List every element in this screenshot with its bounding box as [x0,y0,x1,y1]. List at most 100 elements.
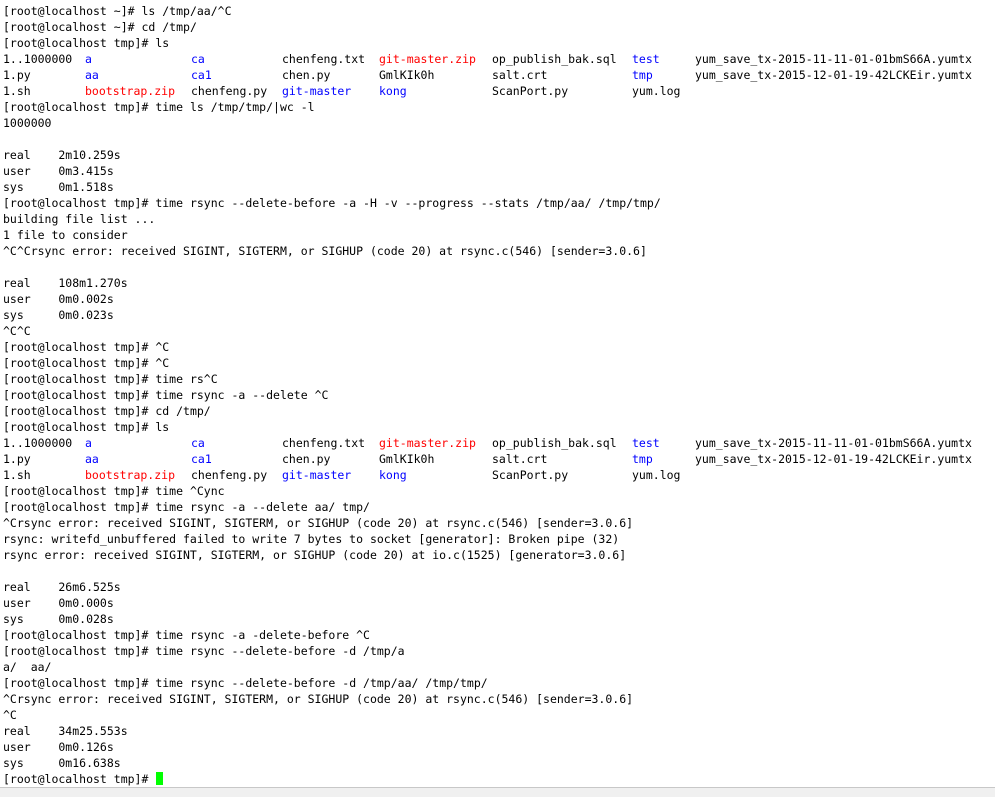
ls-entry: 1.sh [3,468,31,482]
output-line: real 2m10.259s [3,147,121,163]
ls-entry: 1.py [3,452,31,466]
command-line: [root@localhost tmp]# ls [3,419,169,435]
output-line: sys 0m0.028s [3,611,114,627]
command-text: time rs^C [155,372,218,386]
shell-prompt: [root@localhost ~]# [3,4,142,18]
ls-entry: 1.sh [3,84,31,98]
ls-entry: tmp [632,68,653,82]
command-line: [root@localhost tmp]# time rsync --delet… [3,195,661,211]
shell-prompt: [root@localhost tmp]# [3,484,156,498]
shell-prompt: [root@localhost tmp]# [3,340,156,354]
command-text: time rsync --delete-before -a -H -v --pr… [155,196,661,210]
command-text: time ls /tmp/tmp/|wc -l [155,100,315,114]
command-text: ^C [155,340,170,354]
shell-prompt: [root@localhost tmp]# [3,100,156,114]
command-text: time rsync --delete-before -d /tmp/a [155,644,405,658]
ls-entry: git-master.zip [379,52,476,66]
output-line: sys 0m16.638s [3,755,121,771]
output-text: real 34m25.553s [3,724,128,738]
ls-entry: kong [379,468,407,482]
ls-entry: chen.py [282,68,331,82]
output-line: a/ aa/ [3,659,51,675]
command-line: [root@localhost ~]# ls /tmp/aa/^C [3,3,232,19]
output-line: user 0m0.126s [3,739,114,755]
ls-entry: bootstrap.zip [85,468,176,482]
shell-prompt: [root@localhost tmp]# [3,196,156,210]
output-text: sys 0m0.023s [3,308,114,322]
output-line: ^Crsync error: received SIGINT, SIGTERM,… [3,515,633,531]
output-line: ^C [3,707,17,723]
command-line: [root@localhost tmp]# time rsync -a --de… [3,499,370,515]
ls-output-row: 1..1000000 a ca chenfeng.txt git-master.zip o… [3,435,993,451]
shell-prompt: [root@localhost tmp]# [3,356,156,370]
output-text: user 0m0.002s [3,292,114,306]
output-text: ^Crsync error: received SIGINT, SIGTERM,… [3,692,634,706]
ls-entry: 1.py [3,68,31,82]
command-line: [root@localhost tmp]# time rsync --delet… [3,675,488,691]
output-line: rsync: writefd_unbuffered failed to writ… [3,531,619,547]
command-text: ls [155,420,170,434]
ls-entry: yum.log [632,468,681,482]
output-line: 1 file to consider [3,227,128,243]
shell-prompt: [root@localhost tmp]# [3,500,156,514]
shell-prompt: [root@localhost tmp]# [3,36,156,50]
ls-entry: test [632,436,660,450]
command-text: cd /tmp/ [141,20,197,34]
output-text: a/ aa/ [3,660,52,674]
command-text: time rsync -a -delete-before ^C [155,628,370,642]
command-text: time rsync --delete-before -d /tmp/aa/ /… [155,676,488,690]
ls-output-row: 1.py aa ca1 chen.py GmlKIk0h salt.crt tmp yum_s… [3,67,993,83]
output-line: sys 0m0.023s [3,307,114,323]
output-line: ^C^Crsync error: received SIGINT, SIGTER… [3,243,647,259]
command-line: [root@localhost tmp]# [3,771,164,787]
ls-entry: ca [191,52,205,66]
output-text: rsync error: received SIGINT, SIGTERM, o… [3,548,627,562]
output-text: ^C^Crsync error: received SIGINT, SIGTER… [3,244,647,258]
output-text: building file list ... [3,212,156,226]
ls-entry: chenfeng.txt [282,52,366,66]
ls-entry: chenfeng.py [191,468,268,482]
output-text: 1000000 [3,116,52,130]
ls-entry: ca1 [191,68,212,82]
shell-prompt: [root@localhost tmp]# [3,420,156,434]
output-text: sys 0m0.028s [3,612,114,626]
command-text: cd /tmp/ [155,404,211,418]
ls-entry: yum_save_tx-2015-11-11-01-01bmS66A.yumtx [695,52,972,66]
output-line: user 0m3.415s [3,163,114,179]
output-line: real 34m25.553s [3,723,128,739]
output-line: user 0m0.002s [3,291,114,307]
output-text: 1 file to consider [3,228,128,242]
ls-entry: git-master.zip [379,436,476,450]
command-line: [root@localhost ~]# cd /tmp/ [3,19,197,35]
ls-output-row: 1.sh bootstrap.zip chenfeng.py git-master ko… [3,467,993,483]
output-line: real 108m1.270s [3,275,128,291]
ls-entry: a [85,436,92,450]
command-line: [root@localhost tmp]# ls [3,35,169,51]
ls-entry: ca1 [191,452,212,466]
ls-entry: op_publish_bak.sql [492,436,617,450]
command-text: ls /tmp/aa/^C [141,4,232,18]
ls-entry: yum_save_tx-2015-12-01-19-42LCKEir.yumtx [695,452,972,466]
output-text: ^Crsync error: received SIGINT, SIGTERM,… [3,516,634,530]
ls-entry: tmp [632,452,653,466]
ls-entry: test [632,52,660,66]
ls-output-row: 1.py aa ca1 chen.py GmlKIk0h salt.crt tmp yum_s… [3,451,993,467]
ls-entry: GmlKIk0h [379,452,435,466]
ls-entry: yum_save_tx-2015-12-01-19-42LCKEir.yumtx [695,68,972,82]
command-line: [root@localhost tmp]# time rs^C [3,371,218,387]
shell-prompt: [root@localhost tmp]# [3,772,156,786]
output-line: real 26m6.525s [3,579,121,595]
text-cursor[interactable] [156,772,164,785]
ls-entry: aa [85,68,99,82]
output-text: ^C [3,708,17,722]
ls-entry: aa [85,452,99,466]
shell-prompt: [root@localhost tmp]# [3,644,156,658]
terminal-window[interactable]: [root@localhost ~]# ls /tmp/aa/^C [root@l… [0,0,995,787]
output-line: rsync error: received SIGINT, SIGTERM, o… [3,547,626,563]
command-line: [root@localhost tmp]# ^C [3,355,169,371]
ls-entry: yum_save_tx-2015-11-11-01-01bmS66A.yumtx [695,436,972,450]
ls-entry: chenfeng.txt [282,436,366,450]
output-text: user 0m0.000s [3,596,114,610]
shell-prompt: [root@localhost tmp]# [3,372,156,386]
output-line: sys 0m1.518s [3,179,114,195]
